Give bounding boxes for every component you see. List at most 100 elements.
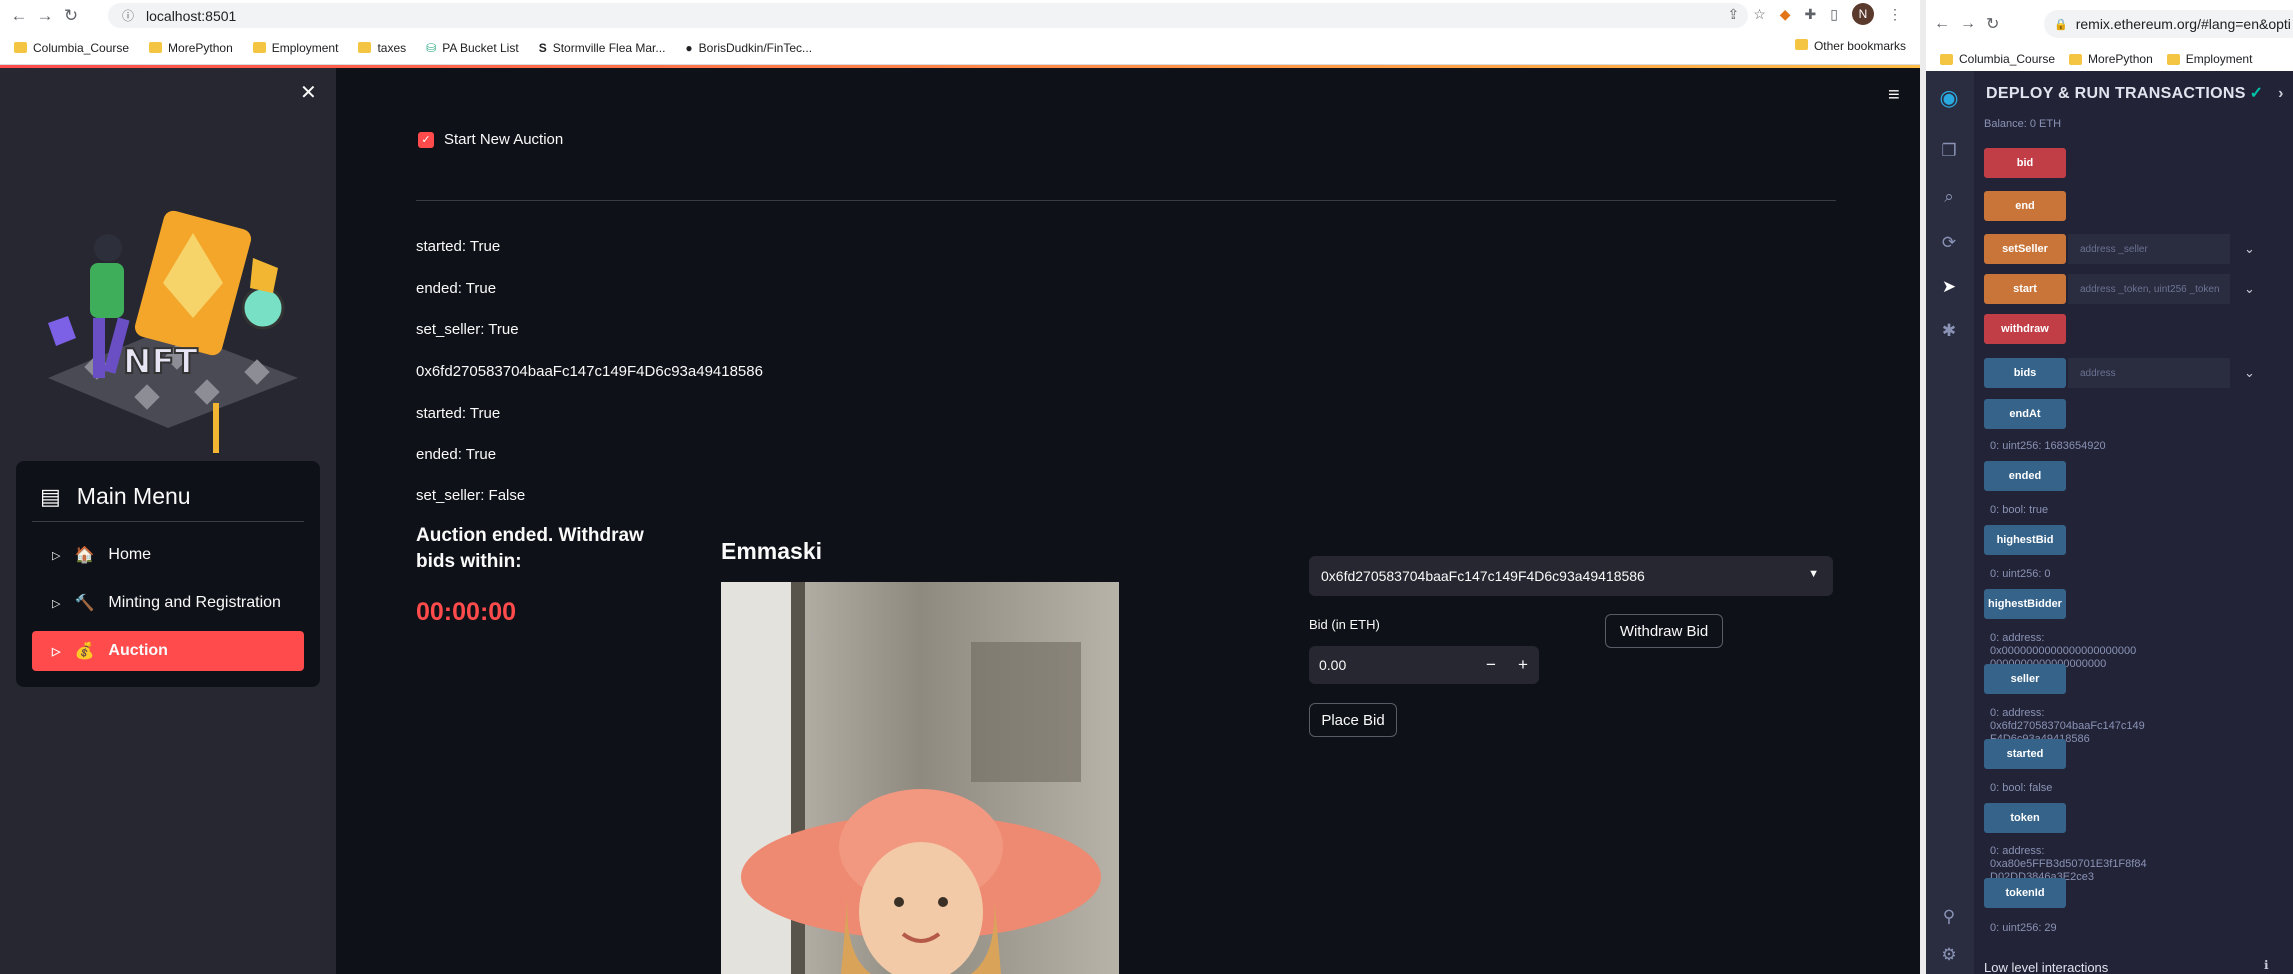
account-select[interactable]: 0x6fd270583704baaFc147c149F4D6c93a494185… bbox=[1309, 556, 1833, 596]
bookmark[interactable]: Employment bbox=[2166, 52, 2252, 66]
folder-icon bbox=[1940, 53, 1953, 65]
menu-dots-icon[interactable]: ⋮ bbox=[1888, 6, 1902, 23]
info-icon: ⓘ bbox=[122, 9, 135, 23]
fn-setseller-button[interactable]: setSeller bbox=[1984, 234, 2066, 264]
play-icon: ▷ bbox=[52, 645, 61, 658]
bookmark[interactable]: ⛁ PA Bucket List bbox=[426, 41, 519, 55]
bookmark[interactable]: Columbia_Course bbox=[1940, 52, 2055, 66]
deploy-icon[interactable]: ➤ bbox=[1938, 277, 1960, 299]
fn-ended-button[interactable]: ended bbox=[1984, 461, 2066, 491]
status-line: started: True bbox=[416, 405, 501, 422]
fn-bids-button[interactable]: bids bbox=[1984, 358, 2066, 388]
remix-icon-panel: ◉ ❐ ⌕ ⟳ ➤ ✱ ⚲ ⚙ bbox=[1926, 71, 1974, 974]
nft-photo bbox=[721, 582, 1119, 974]
lock-icon: 🔒 bbox=[2054, 18, 2068, 31]
fn-endat-button[interactable]: endAt bbox=[1984, 399, 2066, 429]
bid-number-input[interactable]: 0.00 − + bbox=[1309, 646, 1539, 684]
place-bid-button[interactable]: Place Bid bbox=[1309, 703, 1397, 737]
remix-logo-icon[interactable]: ◉ bbox=[1938, 85, 1960, 110]
star-icon[interactable]: ☆ bbox=[1753, 6, 1766, 23]
chevron-down-icon[interactable]: ⌄ bbox=[2244, 241, 2255, 257]
increment-button[interactable]: + bbox=[1507, 655, 1539, 675]
folder-icon bbox=[358, 42, 372, 53]
reload-icon[interactable]: ↻ bbox=[1986, 14, 1999, 34]
nft-name: Emmaski bbox=[721, 538, 823, 564]
chevron-down-icon: ▼ bbox=[1808, 568, 1819, 580]
home-emoji: 🏠 bbox=[74, 547, 95, 564]
chevron-down-icon[interactable]: ⌄ bbox=[2244, 365, 2255, 381]
address-bar[interactable]: ⓘ localhost:8501 bbox=[108, 3, 1748, 28]
bookmark[interactable]: Employment bbox=[252, 41, 338, 55]
remix-address-bar[interactable]: 🔒 remix.ethereum.org/#lang=en&opti bbox=[2044, 10, 2293, 38]
menu-item-home[interactable]: ▷ 🏠 Home bbox=[32, 535, 304, 575]
bid-value[interactable]: 0.00 bbox=[1309, 657, 1475, 673]
sidebar-icon[interactable]: ▯ bbox=[1830, 6, 1838, 23]
folder-icon bbox=[2069, 53, 2083, 65]
other-bookmarks[interactable]: Other bookmarks bbox=[1794, 39, 1906, 53]
bookmark[interactable]: MorePython bbox=[149, 41, 233, 55]
ended-output: 0: bool: true bbox=[1990, 504, 2049, 516]
plugin-icon[interactable]: ⚲ bbox=[1938, 907, 1960, 929]
chevron-down-icon[interactable]: ⌄ bbox=[2244, 281, 2255, 297]
fn-highestbid-button[interactable]: highestBid bbox=[1984, 525, 2066, 555]
bucket-icon: ⛁ bbox=[426, 40, 437, 55]
settings-gear-icon[interactable]: ⚙ bbox=[1938, 945, 1960, 967]
fn-token-button[interactable]: token bbox=[1984, 803, 2066, 833]
low-level-interactions: Low level interactions bbox=[1984, 960, 2109, 974]
bookmark[interactable]: taxes bbox=[358, 41, 406, 55]
fn-tokenid-button[interactable]: tokenId bbox=[1984, 878, 2066, 908]
status-line: started: True bbox=[416, 238, 501, 255]
status-line: set_seller: True bbox=[416, 321, 519, 338]
checkbox-checked-icon[interactable]: ✓ bbox=[418, 131, 434, 148]
file-explorer-icon[interactable]: ❐ bbox=[1938, 141, 1960, 163]
forward-icon[interactable]: → bbox=[1960, 15, 1976, 33]
hamburger-menu-icon[interactable]: ≡ bbox=[1888, 84, 1900, 107]
metamask-icon[interactable]: ◆ bbox=[1780, 6, 1791, 23]
forward-icon[interactable]: → bbox=[32, 3, 58, 29]
start-new-auction-checkbox[interactable]: ✓ Start New Auction bbox=[418, 131, 563, 148]
fn-bid-button[interactable]: bid bbox=[1984, 148, 2066, 178]
reload-icon[interactable]: ↻ bbox=[58, 3, 84, 29]
close-sidebar-icon[interactable]: ✕ bbox=[300, 80, 317, 105]
bookmark[interactable]: Columbia_Course bbox=[14, 41, 129, 55]
debugger-icon[interactable]: ✱ bbox=[1938, 321, 1960, 343]
svg-text:NFT: NFT bbox=[123, 342, 199, 382]
folder-icon bbox=[14, 42, 27, 53]
menu-list-icon: ▤ bbox=[40, 483, 61, 509]
info-icon[interactable]: ℹ bbox=[2264, 958, 2269, 972]
bids-input[interactable]: address bbox=[2068, 358, 2230, 388]
auction-ended-message: Auction ended. Withdraw bids within: bbox=[416, 525, 644, 572]
panel-title: DEPLOY & RUN TRANSACTIONS ✓ › bbox=[1986, 85, 2284, 102]
decrement-button[interactable]: − bbox=[1475, 655, 1507, 675]
setseller-input[interactable]: address _seller bbox=[2068, 234, 2230, 264]
menu-item-minting[interactable]: ▷ 🔨 Minting and Registration bbox=[32, 583, 304, 623]
back-icon[interactable]: ← bbox=[6, 3, 32, 29]
fn-end-button[interactable]: end bbox=[1984, 191, 2066, 221]
left-browser-window: ← → ↻ ⓘ localhost:8501 ⇪ ☆ ◆ ✚ ▯ N ⋮ Col… bbox=[0, 0, 1920, 974]
menu-item-auction[interactable]: ▷ 💰 Auction bbox=[32, 631, 304, 671]
fn-seller-button[interactable]: seller bbox=[1984, 664, 2066, 694]
folder-icon bbox=[2166, 53, 2180, 65]
withdraw-bid-button[interactable]: Withdraw Bid bbox=[1605, 614, 1723, 648]
fn-highestbidder-button[interactable]: highestBidder bbox=[1984, 589, 2066, 619]
start-input[interactable]: address _token, uint256 _token bbox=[2068, 274, 2230, 304]
browser-actions: ⇪ ☆ ◆ ✚ ▯ N ⋮ bbox=[1727, 3, 1902, 25]
chevron-right-icon[interactable]: › bbox=[2278, 85, 2284, 102]
s-logo-icon: S bbox=[538, 40, 547, 55]
extensions-icon[interactable]: ✚ bbox=[1805, 6, 1817, 23]
search-icon[interactable]: ⌕ bbox=[1938, 187, 1960, 209]
share-icon[interactable]: ⇪ bbox=[1727, 6, 1739, 23]
compiler-icon[interactable]: ⟳ bbox=[1938, 233, 1960, 255]
profile-avatar[interactable]: N bbox=[1852, 3, 1874, 25]
balance-text: Balance: 0 ETH bbox=[1984, 118, 2062, 130]
back-icon[interactable]: ← bbox=[1934, 15, 1950, 33]
fn-started-button[interactable]: started bbox=[1984, 739, 2066, 769]
fn-start-button[interactable]: start bbox=[1984, 274, 2066, 304]
bookmark[interactable]: S Stormville Flea Mar... bbox=[539, 41, 666, 55]
bookmark[interactable]: ● BorisDudkin/FinTec... bbox=[685, 41, 812, 55]
hammer-emoji: 🔨 bbox=[74, 595, 95, 612]
fn-withdraw-button[interactable]: withdraw bbox=[1984, 314, 2066, 344]
bookmark[interactable]: MorePython bbox=[2069, 52, 2153, 66]
github-icon: ● bbox=[685, 40, 693, 55]
menu-divider bbox=[32, 521, 304, 522]
